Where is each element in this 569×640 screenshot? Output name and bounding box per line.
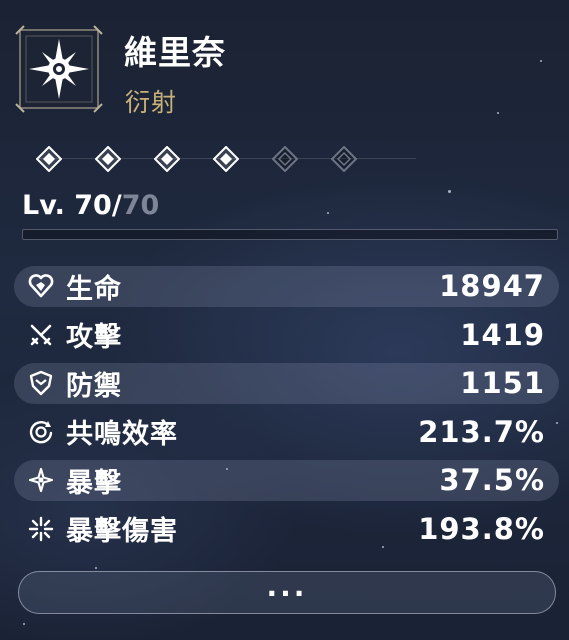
- stat-value: 37.5%: [439, 463, 545, 498]
- sequence-node-unlocked[interactable]: [212, 145, 240, 173]
- sequence-node-locked[interactable]: [330, 145, 358, 173]
- background-star: [95, 567, 97, 569]
- character-name: 維里奈: [124, 33, 226, 72]
- sequence-node-unlocked[interactable]: [94, 145, 122, 173]
- background-star: [327, 212, 329, 214]
- stat-label: 生命: [66, 273, 122, 305]
- level-current: 70: [74, 190, 112, 221]
- stat-row-energy-regen: 共鳴效率 213.7%: [14, 408, 559, 457]
- crit-star-icon: [26, 465, 56, 495]
- more-button-label: ...: [266, 569, 308, 603]
- heart-icon: [26, 271, 56, 301]
- crossed-swords-icon: [26, 320, 56, 350]
- stat-value: 1151: [460, 366, 545, 401]
- stats-list: 生命 18947 攻擊 1419 防禦 1151 共鳴效率 213.7% 暴擊 …: [14, 262, 559, 553]
- stat-row-atk: 攻擊 1419: [14, 311, 559, 360]
- stat-row-crit-dmg: 暴擊傷害 193.8%: [14, 505, 559, 554]
- sequence-node-locked[interactable]: [271, 145, 299, 173]
- sequence-nodes: [35, 142, 416, 176]
- stat-label: 暴擊: [66, 467, 122, 499]
- background-star: [23, 623, 25, 625]
- stat-value: 213.7%: [418, 414, 545, 449]
- stat-label: 攻擊: [66, 322, 122, 354]
- stat-row-hp: 生命 18947: [14, 262, 559, 311]
- spectro-sun-icon: [14, 24, 104, 114]
- stat-label: 共鳴效率: [66, 419, 178, 451]
- shield-icon: [26, 368, 56, 398]
- more-stats-button[interactable]: ...: [18, 571, 556, 614]
- sequence-node-unlocked[interactable]: [35, 145, 63, 173]
- stat-value: 193.8%: [418, 511, 545, 546]
- background-star: [497, 112, 499, 114]
- crit-burst-icon: [26, 514, 56, 544]
- character-attribute: 衍射: [125, 88, 178, 117]
- sequence-node-unlocked[interactable]: [153, 145, 181, 173]
- stat-value: 1419: [460, 317, 545, 352]
- level-max: 70: [121, 190, 160, 221]
- stat-label: 防禦: [66, 370, 122, 402]
- background-star: [540, 60, 542, 62]
- stat-row-def: 防禦 1151: [14, 359, 559, 408]
- background-star: [448, 190, 451, 193]
- stat-label: 暴擊傷害: [66, 516, 178, 548]
- level-separator: /: [111, 190, 122, 221]
- level-progress-fill: [23, 230, 557, 239]
- energy-regen-icon: [26, 417, 56, 447]
- level-progress-bar: [22, 229, 558, 240]
- level-display: Lv. 70/70: [22, 190, 159, 221]
- stat-value: 18947: [439, 269, 545, 304]
- level-label: Lv.: [22, 190, 75, 221]
- stat-row-crit-rate: 暴擊 37.5%: [14, 456, 559, 505]
